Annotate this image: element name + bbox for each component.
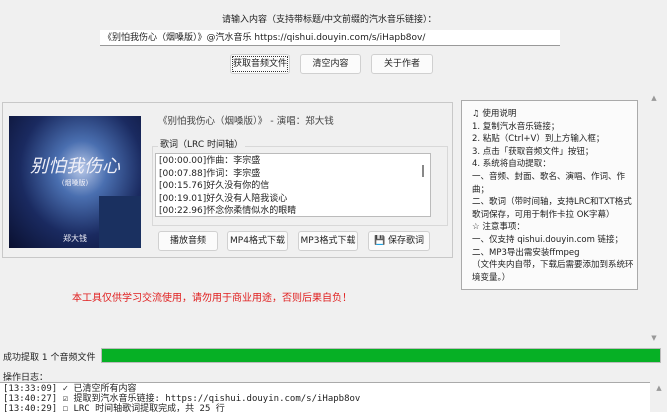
- help-line: 二、歌词（带时间轴，支持LRC和TXT格式 歌词保存，可用于制作卡拉 OK字幕）: [472, 197, 632, 220]
- log-scroll-up-icon[interactable]: ▲: [651, 384, 667, 392]
- help-line: 3. 点击「获取音频文件」按钮；: [472, 146, 594, 157]
- lyric-line: [00:15.76]好久没有你的信: [159, 181, 270, 191]
- mp3-download-button[interactable]: MP3格式下载: [298, 231, 358, 251]
- help-line: 一、仅支持 qishui.douyin.com 链接；: [472, 234, 624, 245]
- lyrics-label: 歌词（LRC 时间轴）: [158, 137, 245, 150]
- log-line: [13:40:27] ☑ 提取到汽水音乐链接: https://qishui.d…: [3, 394, 361, 404]
- help-line: ♫ 使用说明: [472, 109, 517, 119]
- log-line: [13:40:29] ☐ LRC 时间轴歌词提取完成，共 25 行: [3, 404, 225, 412]
- cover-title: 别怕我伤心: [30, 156, 120, 177]
- fetch-audio-button[interactable]: 获取音频文件: [230, 54, 290, 74]
- cover-cliff: [99, 196, 141, 248]
- progress-fill: [102, 349, 660, 362]
- lyrics-scrollbar-thumb[interactable]: [422, 165, 424, 177]
- warning-text: 本工具仅供学习交流使用，请勿用于商业用途，否则后果自负！: [72, 293, 352, 304]
- about-button[interactable]: 关于作者: [371, 54, 433, 74]
- url-input[interactable]: 《别怕我伤心（烟嗓版）》@汽水音乐 https://qishui.douyin.…: [100, 30, 560, 46]
- lyric-line: [00:00.00]作曲：李宗盛: [159, 156, 261, 166]
- help-line: 2. 粘贴（Ctrl+V）到上方输入框；: [472, 134, 605, 145]
- help-line: 1. 复制汽水音乐链接；: [472, 121, 560, 132]
- album-cover: 别怕我伤心 (烟嗓版) 郑大钱: [9, 116, 141, 248]
- log-line: [13:33:09] ✓ 已清空所有内容: [3, 384, 137, 394]
- help-line: 4. 系统将自动提取：: [472, 159, 551, 170]
- lyric-line: [00:22.96]怀念你柔情似水的眼睛: [159, 206, 297, 216]
- help-line: 二、MP3导出需安装ffmpeg: [472, 247, 580, 258]
- main-scrollbar[interactable]: ▲ ▼: [641, 92, 667, 342]
- scroll-up-icon[interactable]: ▲: [641, 94, 667, 102]
- lyric-line: [00:07.88]作词：李宗盛: [159, 168, 261, 179]
- clear-button[interactable]: 清空内容: [300, 54, 361, 74]
- help-line: （文件夹内自带，下载后需要添加到系统环境变量。）: [472, 260, 634, 283]
- help-line: ☆ 注意事项：: [472, 222, 525, 233]
- prompt-label: 请输入内容（支持带标题/中文前缀的汽水音乐链接）：: [222, 15, 437, 25]
- song-title: 《别怕我伤心（烟嗓版）》 - 演唱：郑大钱: [158, 116, 334, 127]
- save-icon: 💾: [373, 236, 386, 246]
- help-line: 一、音频、封面、歌名、演唱、作词、作曲；: [472, 171, 626, 195]
- lyric-line: [00:19.01]好久没有人陪我谈心: [159, 193, 288, 204]
- play-audio-button[interactable]: 播放音频: [158, 231, 218, 251]
- cover-subtitle: (烟嗓版): [61, 179, 89, 187]
- save-lyrics-button[interactable]: 💾 保存歌词: [368, 231, 430, 251]
- progress-bar: [101, 348, 661, 363]
- help-panel: ♫ 使用说明 1. 复制汽水音乐链接； 2. 粘贴（Ctrl+V）到上方输入框；…: [461, 100, 638, 290]
- mp4-download-button[interactable]: MP4格式下载: [227, 231, 288, 251]
- save-lyrics-label: 保存歌词: [388, 236, 425, 246]
- lyrics-textbox[interactable]: [00:00.00]作曲：李宗盛 [00:07.88]作词：李宗盛 [00:15…: [155, 153, 431, 217]
- status-text: 成功提取 1 个音频文件: [3, 353, 96, 363]
- scroll-down-icon[interactable]: ▼: [641, 334, 667, 342]
